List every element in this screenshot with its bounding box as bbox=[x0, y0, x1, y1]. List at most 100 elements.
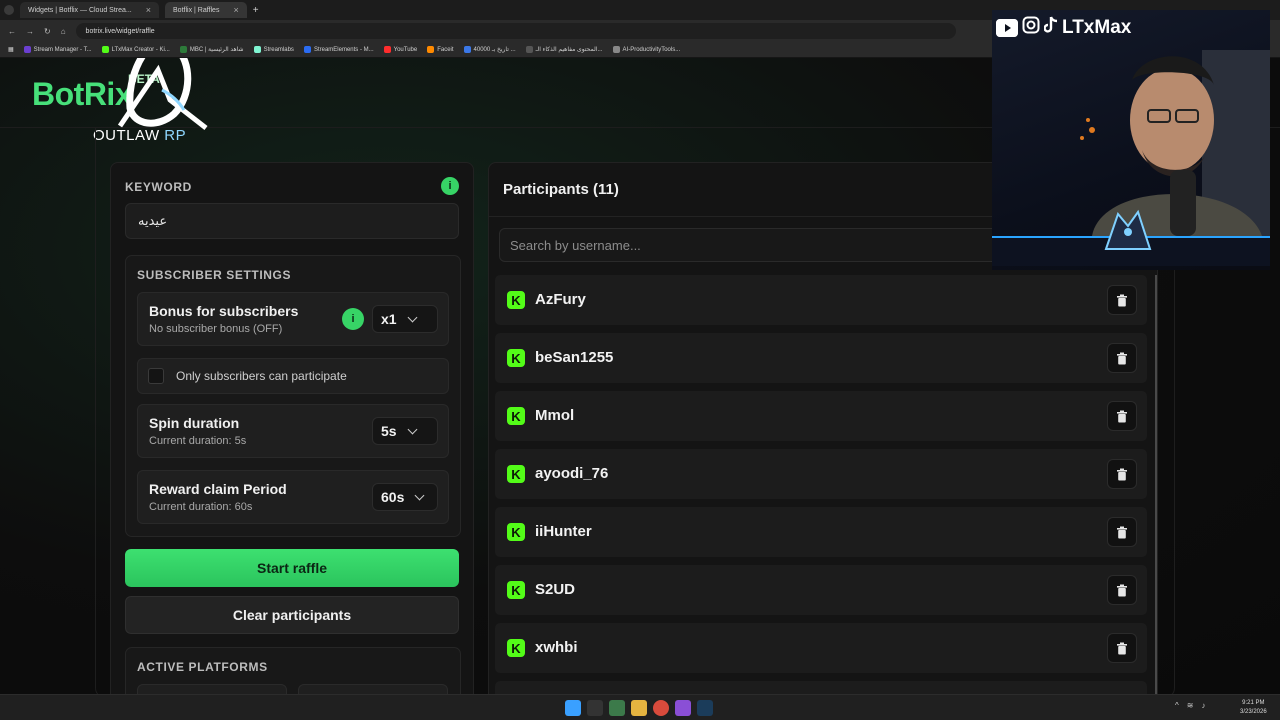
participant-row: K xwhbi bbox=[495, 623, 1147, 673]
search-placeholder: Search by username... bbox=[510, 237, 641, 253]
participant-name: Mmol bbox=[535, 407, 575, 424]
file-explorer-icon[interactable] bbox=[631, 700, 647, 716]
widgets-icon[interactable] bbox=[609, 700, 625, 716]
bookmark-favicon-icon bbox=[427, 46, 435, 53]
bookmark-favicon-icon bbox=[101, 46, 109, 53]
bonus-multiplier-select[interactable]: x1 bbox=[372, 305, 438, 333]
browser-menu-icon[interactable] bbox=[4, 5, 14, 15]
kick-icon: K bbox=[507, 465, 525, 483]
taskbar-apps bbox=[565, 700, 713, 716]
bookmark-favicon-icon bbox=[253, 46, 261, 53]
participant-row: K beSan1255 bbox=[495, 333, 1147, 383]
streamer-webcam: LTxMax bbox=[992, 10, 1270, 270]
close-tab-icon[interactable]: × bbox=[146, 5, 151, 15]
bookmark-item[interactable]: تاريخ بـ 40000 ... bbox=[463, 46, 516, 53]
only-subscribers-checkbox[interactable] bbox=[148, 368, 164, 384]
home-icon[interactable]: ⌂ bbox=[61, 27, 66, 36]
trash-icon bbox=[1117, 584, 1127, 596]
trash-icon bbox=[1117, 294, 1127, 306]
trash-icon bbox=[1117, 642, 1127, 654]
chevron-down-icon bbox=[407, 424, 418, 434]
platform-toggle[interactable] bbox=[137, 684, 287, 694]
forward-icon[interactable]: → bbox=[26, 27, 34, 36]
keyword-label: KEYWORD bbox=[125, 180, 192, 194]
taskbar-clock[interactable]: 9:21 PM 3/23/2026 bbox=[1240, 699, 1267, 717]
browser-tab-widgets[interactable]: Widgets | Botflix — Cloud Strea... × bbox=[20, 2, 160, 18]
webcam-frame-bar bbox=[992, 209, 1270, 266]
delete-participant-button[interactable] bbox=[1107, 285, 1137, 315]
clock-date: 3/23/2026 bbox=[1240, 709, 1267, 715]
only-subscribers-label: Only subscribers can participate bbox=[176, 369, 347, 383]
browser-tab-raffles[interactable]: Botflix | Raffles × bbox=[165, 2, 247, 18]
bookmark-favicon-icon bbox=[612, 46, 620, 53]
participant-row: K Mmol bbox=[495, 391, 1147, 441]
keyword-value: عيديه bbox=[138, 213, 168, 228]
bookmark-item[interactable]: AI-ProductivityTools... bbox=[612, 46, 680, 53]
bookmark-item[interactable]: LTxMax Creator - Ki... bbox=[101, 46, 170, 53]
volume-icon[interactable]: ♪ bbox=[1201, 701, 1205, 710]
reload-icon[interactable]: ↻ bbox=[44, 27, 51, 36]
spin-duration-select[interactable]: 5s bbox=[372, 417, 438, 445]
kick-icon: K bbox=[507, 349, 525, 367]
delete-participant-button[interactable] bbox=[1107, 517, 1137, 547]
only-subscribers-row[interactable]: Only subscribers can participate bbox=[137, 358, 449, 394]
windows-start-icon[interactable] bbox=[565, 700, 581, 716]
chevron-down-icon bbox=[414, 490, 425, 500]
url-field[interactable]: botrix.live/widget/raffle bbox=[75, 23, 956, 39]
tab-label: Botflix | Raffles bbox=[173, 6, 220, 14]
close-tab-icon[interactable]: × bbox=[233, 5, 238, 15]
participant-row bbox=[495, 681, 1147, 694]
steam-icon[interactable] bbox=[697, 700, 713, 716]
participant-name: S2UD bbox=[535, 581, 576, 598]
delete-participant-button[interactable] bbox=[1107, 575, 1137, 605]
search-icon[interactable] bbox=[587, 700, 603, 716]
kick-icon: K bbox=[507, 291, 525, 309]
app-icon[interactable] bbox=[675, 700, 691, 716]
chevron-up-icon[interactable]: ^ bbox=[1175, 701, 1179, 710]
chevron-down-icon bbox=[407, 312, 418, 322]
bonus-row: Bonus for subscribers No subscriber bonu… bbox=[137, 292, 449, 346]
claim-label: Reward claim Period bbox=[149, 481, 287, 497]
bookmark-item[interactable]: MBC | شاهد الرئيسية bbox=[179, 46, 244, 53]
new-tab-icon[interactable]: + bbox=[253, 5, 259, 16]
bookmark-item[interactable]: StreamElements - M... bbox=[303, 46, 374, 53]
spin-sub: Current duration: 5s bbox=[149, 435, 247, 447]
bookmark-item[interactable]: المحتوى مفاهيم الذكاء الـ... bbox=[525, 46, 603, 53]
chrome-icon[interactable] bbox=[653, 700, 669, 716]
participant-row: K ayoodi_76 bbox=[495, 449, 1147, 499]
network-icon[interactable]: ≋ bbox=[1187, 701, 1194, 710]
participant-list-scrollbar[interactable] bbox=[1155, 275, 1157, 694]
keyword-input[interactable]: عيديه bbox=[125, 203, 459, 239]
bookmark-item[interactable]: Faceit bbox=[427, 46, 454, 53]
trash-icon bbox=[1117, 468, 1127, 480]
trash-icon bbox=[1117, 526, 1127, 538]
claim-period-select[interactable]: 60s bbox=[372, 483, 438, 511]
delete-participant-button[interactable] bbox=[1107, 401, 1137, 431]
bookmark-item[interactable]: Stream Manager - T... bbox=[23, 46, 92, 53]
kick-icon: K bbox=[507, 581, 525, 599]
kick-icon: K bbox=[507, 407, 525, 425]
delete-participant-button[interactable] bbox=[1107, 343, 1137, 373]
clear-participants-button[interactable]: Clear participants bbox=[125, 596, 459, 634]
start-raffle-button[interactable]: Start raffle bbox=[125, 549, 459, 587]
bookmark-favicon-icon bbox=[179, 46, 187, 53]
bookmark-favicon-icon bbox=[463, 46, 471, 53]
info-icon[interactable]: i bbox=[441, 177, 459, 195]
participant-name: iiHunter bbox=[535, 523, 592, 540]
delete-participant-button[interactable] bbox=[1107, 459, 1137, 489]
system-tray: ^ ≋ ♪ bbox=[1175, 701, 1205, 710]
info-icon[interactable]: i bbox=[342, 308, 364, 330]
back-icon[interactable]: ← bbox=[8, 27, 16, 36]
platform-toggle[interactable] bbox=[298, 684, 448, 694]
participant-name: AzFury bbox=[535, 291, 586, 308]
bookmark-item[interactable]: Streamlabs bbox=[253, 46, 294, 53]
participant-name: xwhbi bbox=[535, 639, 578, 656]
clock-time: 9:21 PM bbox=[1242, 700, 1265, 706]
apps-grid-icon[interactable]: ▦ bbox=[8, 46, 14, 53]
bonus-label: Bonus for subscribers bbox=[149, 303, 299, 319]
tab-label: Widgets | Botflix — Cloud Strea... bbox=[28, 6, 132, 14]
bonus-value: x1 bbox=[381, 311, 397, 327]
delete-participant-button[interactable] bbox=[1107, 633, 1137, 663]
participant-row: K S2UD bbox=[495, 565, 1147, 615]
bookmark-item[interactable]: YouTube bbox=[383, 46, 417, 53]
